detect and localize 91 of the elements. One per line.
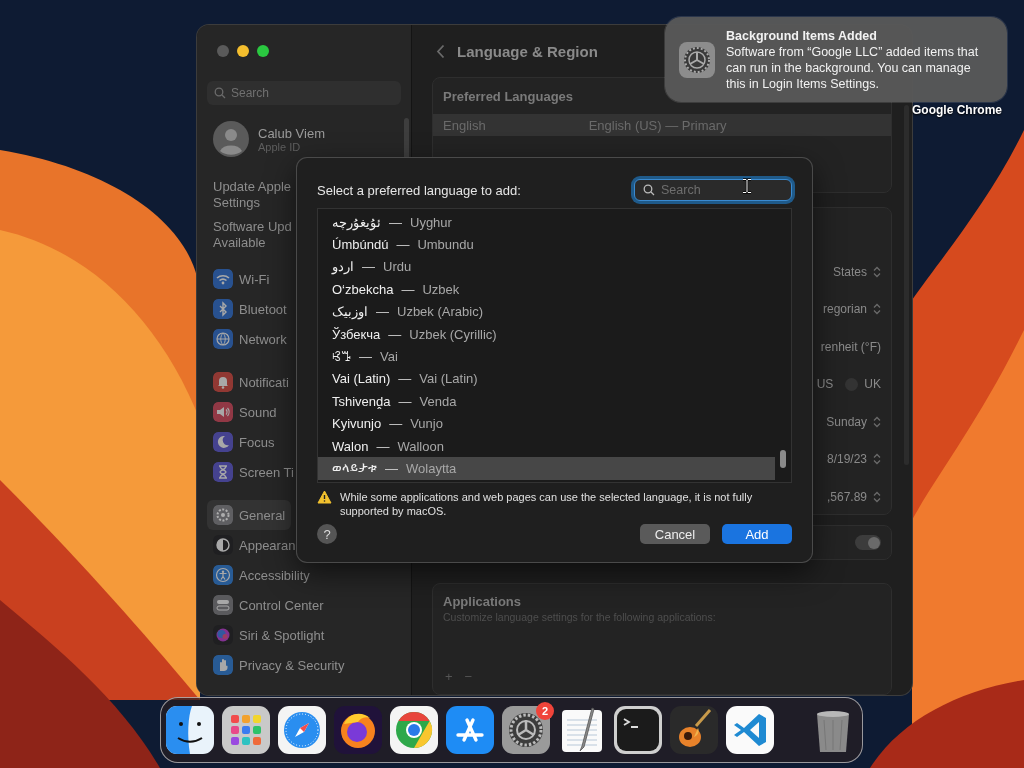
a-glyph-icon[interactable] [446, 706, 494, 754]
orb-icon [213, 625, 233, 645]
speaker-icon [213, 402, 233, 422]
search-icon [643, 184, 655, 196]
help-button[interactable]: ? [317, 524, 337, 544]
hand-icon [213, 655, 233, 675]
desktop-item-label[interactable]: Google Chrome [912, 103, 1002, 117]
person-circle-icon [213, 565, 233, 585]
language-option[interactable]: Vai (Latin) — Vai (Latin) [318, 367, 775, 391]
sidebar-item[interactable]: Screen Ti [207, 457, 300, 487]
account-name: Calub Viem [258, 125, 325, 141]
gear-icon [213, 505, 233, 525]
up-down-chevron-icon [873, 265, 881, 278]
bluetooth-icon [213, 299, 233, 319]
moon-icon [213, 432, 233, 452]
back-button[interactable] [436, 43, 445, 59]
bell-icon [213, 372, 233, 392]
sidebar-item[interactable]: Siri & Spotlight [207, 620, 331, 650]
up-down-chevron-icon [873, 453, 881, 466]
smiling-face-icon[interactable] [166, 706, 214, 754]
up-down-chevron-icon [873, 303, 881, 316]
toggle-switch[interactable] [855, 535, 881, 550]
format-value: renheit (°F) [820, 339, 881, 354]
search-field[interactable]: Search [634, 179, 792, 201]
radio-label: UK [864, 377, 881, 392]
notification-title: Background Items Added [726, 27, 878, 44]
up-down-chevron-icon [873, 490, 881, 503]
page-title: Language & Region [457, 42, 598, 60]
language-option[interactable]: Kyivunjo — Vunjo [318, 412, 775, 435]
language-option[interactable]: Úmbúndú — Umbundu [318, 233, 775, 256]
sidebar-item[interactable]: Privacy & Security [207, 650, 351, 680]
add-button[interactable]: Add [722, 524, 792, 544]
language-option[interactable]: ꕙꔤ — Vai [318, 345, 775, 368]
sidebar-item[interactable]: Sound [207, 397, 283, 427]
sidebar-item[interactable]: Wi-Fi [207, 264, 276, 294]
contrast-circle-icon [213, 535, 233, 555]
sidebar-item[interactable]: Accessibility [207, 560, 316, 590]
notice-text[interactable]: Available [213, 235, 266, 251]
section-header: Applications [443, 594, 522, 609]
search-field[interactable]: Search [207, 81, 401, 105]
sidebar-item[interactable]: Notificati [207, 367, 295, 397]
text-cursor-icon [742, 178, 752, 194]
language-option[interactable]: Ўзбекча — Uzbek (Cyrillic) [318, 322, 775, 346]
notification-badge: 2 [536, 702, 554, 720]
scrollbar-thumb[interactable] [780, 450, 786, 468]
notice-text[interactable]: Settings [213, 195, 260, 211]
sidebar-item[interactable]: General [207, 500, 292, 530]
globe-icon [213, 329, 233, 349]
terminal-icon[interactable] [614, 706, 662, 754]
language-option[interactable]: O‘zbekcha — Uzbek [318, 278, 775, 301]
notepad-pen-icon[interactable] [562, 707, 602, 752]
cancel-button[interactable]: Cancel [640, 524, 710, 544]
guitar-icon[interactable] [670, 706, 718, 754]
popup-button[interactable]: Sunday [826, 414, 881, 429]
avatar-icon [213, 121, 249, 157]
section-header: Preferred Languages [443, 88, 574, 104]
gear-icon [678, 40, 716, 79]
hourglass-icon [213, 462, 233, 482]
chevron-left-icon [436, 43, 445, 59]
sidebar-item[interactable]: Bluetoot [207, 294, 293, 324]
warning-text: While some applications and web pages can use the selected language, it is not fully supported by macOS. [340, 490, 754, 518]
scrollbar[interactable] [404, 118, 409, 160]
popup-button[interactable]: ,567.89 [826, 489, 881, 504]
angle-ribbon-icon[interactable] [726, 706, 774, 754]
language-option[interactable]: Tshivenḓa — Venda [318, 390, 775, 413]
wifi-icon [213, 269, 233, 289]
language-option[interactable]: Walon — Walloon [318, 434, 775, 458]
notification-body: Software from “Google LLC” added items that can run in the background. You can manage this in Login Items Settings. [726, 43, 980, 92]
up-down-chevron-icon [873, 415, 881, 428]
notice-text[interactable]: Software Upd [213, 219, 292, 235]
language-option[interactable]: ወላይታቱ — Wolaytta [318, 457, 775, 480]
radio-label: US [816, 377, 834, 392]
popup-button[interactable]: regorian [822, 302, 881, 317]
toggles-icon [213, 595, 233, 615]
warning-icon [317, 490, 332, 504]
compass-icon[interactable] [278, 706, 326, 754]
popup-button[interactable]: 8/19/23 [826, 452, 881, 467]
gear-icon[interactable] [502, 706, 550, 754]
popup-button[interactable]: States [832, 264, 881, 279]
app-grid-icon[interactable] [222, 706, 270, 754]
sidebar-item[interactable]: Network [207, 324, 293, 354]
zoom-button[interactable] [257, 45, 269, 57]
search-icon [214, 87, 226, 99]
fox-globe-icon[interactable] [334, 706, 382, 754]
sidebar-item[interactable]: Focus [207, 427, 281, 457]
sidebar-item[interactable]: Appearan [207, 530, 302, 560]
sidebar-item[interactable]: Control Center [207, 590, 330, 620]
trash-icon[interactable] [817, 711, 849, 752]
dialog-title: Select a preferred language to add: [317, 182, 521, 198]
minimize-button[interactable] [237, 45, 249, 57]
notice-text[interactable]: Update Apple [213, 179, 292, 195]
